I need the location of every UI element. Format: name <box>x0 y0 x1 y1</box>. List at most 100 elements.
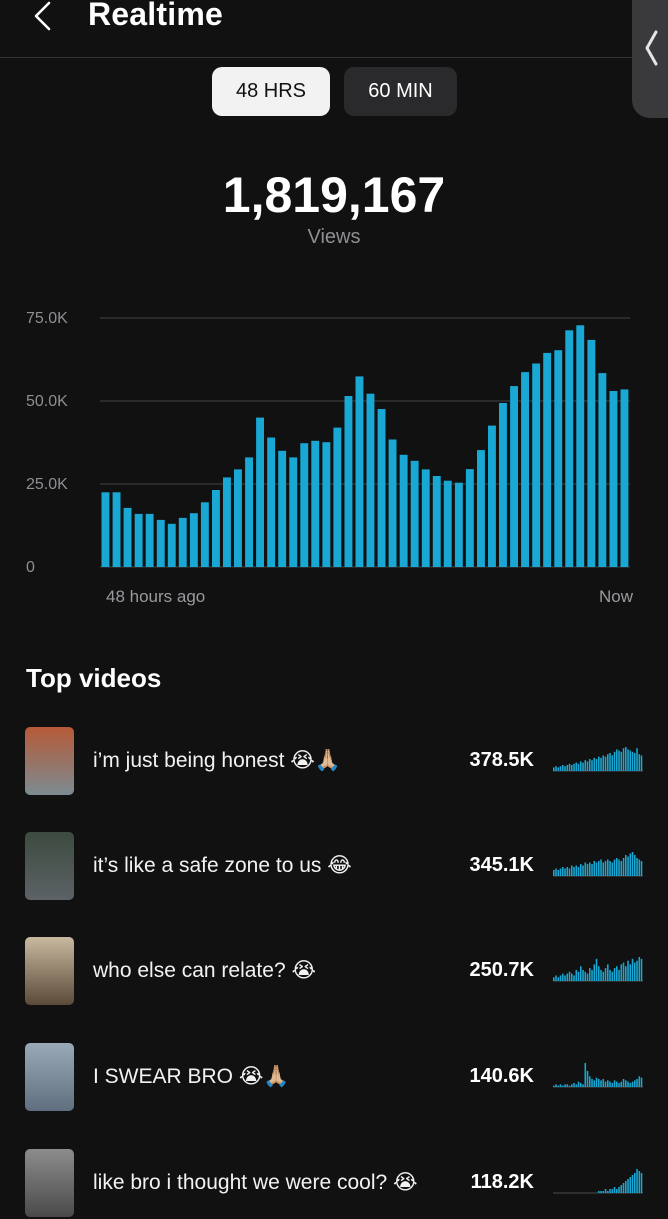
chart-bar[interactable] <box>112 492 121 567</box>
tab-60-min[interactable]: 60 MIN <box>344 67 457 116</box>
sparkline-bar <box>555 868 557 876</box>
sparkline-bar <box>616 858 618 876</box>
sparkline-bar <box>638 1076 641 1087</box>
chart-bar[interactable] <box>101 492 110 567</box>
sparkline-bar <box>638 754 641 771</box>
chart-bar[interactable] <box>322 442 331 567</box>
sparkline-bar <box>618 1083 620 1087</box>
sparkline-bar <box>566 765 569 771</box>
chart-bar[interactable] <box>278 450 287 567</box>
video-row[interactable]: i’m just being honest 😭🙏🏼 378.5K <box>0 727 668 797</box>
chart-bar[interactable] <box>289 457 298 567</box>
chart-bar[interactable] <box>465 469 474 567</box>
chart-bar[interactable] <box>565 330 574 567</box>
video-thumbnail[interactable] <box>25 937 74 1005</box>
chart-bar[interactable] <box>488 425 496 567</box>
chart-bar[interactable] <box>510 386 518 567</box>
chart-bar[interactable] <box>134 513 143 567</box>
sparkline-bar <box>584 1063 587 1087</box>
sparkline-bar <box>553 767 555 771</box>
chart-bar[interactable] <box>477 450 485 567</box>
chart-bar[interactable] <box>399 454 408 567</box>
sparkline-bar <box>611 971 614 981</box>
sparkline-bar <box>584 971 587 981</box>
chart-bar[interactable] <box>256 417 264 567</box>
chart-bar[interactable] <box>587 339 596 567</box>
sparkline-bar <box>598 861 600 876</box>
chart-bar[interactable] <box>245 457 253 567</box>
chart-bar[interactable] <box>145 513 154 567</box>
video-row[interactable]: who else can relate? 😭 250.7K <box>0 937 668 1007</box>
chart-bar[interactable] <box>300 443 309 567</box>
video-thumbnail[interactable] <box>25 727 74 795</box>
sparkline-bar <box>595 958 598 981</box>
chart-bar[interactable] <box>178 517 187 567</box>
video-title: who else can relate? 😭 <box>93 959 316 982</box>
chart-bar[interactable] <box>377 409 386 567</box>
sparkline-bar <box>625 855 627 876</box>
video-sparkline <box>553 957 643 982</box>
side-panel-handle[interactable] <box>632 0 668 118</box>
sparkline-bar <box>629 1083 632 1087</box>
chart-bar[interactable] <box>223 477 231 567</box>
chart-bar[interactable] <box>212 490 220 567</box>
video-thumbnail[interactable] <box>25 1149 74 1217</box>
sparkline-bar <box>609 861 611 876</box>
sparkline-bar <box>604 861 607 876</box>
chart-bar[interactable] <box>366 393 375 567</box>
chart-bar[interactable] <box>620 389 629 567</box>
chart-bar[interactable] <box>609 391 618 567</box>
chart-bar[interactable] <box>532 363 541 568</box>
sparkline-bar <box>600 969 602 981</box>
chart-bar[interactable] <box>388 439 397 568</box>
sparkline-bar <box>629 964 632 981</box>
sparkline-bar <box>562 867 564 876</box>
chart-bar[interactable] <box>499 403 507 567</box>
chart-bar[interactable] <box>432 476 441 567</box>
video-title: i’m just being honest 😭🙏🏼 <box>93 749 341 772</box>
chart-bar[interactable] <box>156 519 165 567</box>
tab-48-hrs[interactable]: 48 HRS <box>212 67 330 116</box>
chart-bar[interactable] <box>355 376 364 567</box>
sparkline-bar <box>595 862 598 876</box>
sparkline-bar <box>593 861 596 876</box>
sparkline-bar <box>616 749 618 771</box>
video-row[interactable]: like bro i thought we were cool? 😭 118.2K <box>0 1149 668 1219</box>
chart-bar[interactable] <box>576 325 585 567</box>
chart-bar[interactable] <box>311 440 320 567</box>
sparkline-bar <box>589 862 591 876</box>
sparkline-bar <box>638 957 641 981</box>
sparkline-bar <box>625 747 627 771</box>
sparkline-bar <box>600 859 602 876</box>
back-button[interactable] <box>30 0 56 34</box>
chart-bar[interactable] <box>454 482 463 567</box>
chart-bar[interactable] <box>344 396 353 567</box>
chart-bar[interactable] <box>267 437 276 568</box>
video-thumbnail[interactable] <box>25 1043 74 1111</box>
chart-bar[interactable] <box>554 350 563 567</box>
sparkline-bar <box>562 1085 564 1087</box>
chart-bar[interactable] <box>421 469 430 567</box>
video-row[interactable]: I SWEAR BRO 😭🙏🏼 140.6K <box>0 1043 668 1113</box>
chart-bar[interactable] <box>200 502 209 567</box>
chart-bar[interactable] <box>333 427 342 567</box>
sparkline-bar <box>568 971 571 981</box>
sparkline-bar <box>616 1189 618 1193</box>
chart-bar[interactable] <box>167 523 176 567</box>
chart-bar[interactable] <box>598 373 607 567</box>
chart-bar[interactable] <box>543 352 552 567</box>
chart-bar[interactable] <box>123 507 132 567</box>
chart-bar[interactable] <box>189 513 198 567</box>
video-title: it’s like a safe zone to us 😂 <box>93 854 352 877</box>
chart-bar[interactable] <box>234 469 242 567</box>
video-row[interactable]: it’s like a safe zone to us 😂 345.1K <box>0 832 668 902</box>
chart-bar[interactable] <box>443 480 452 567</box>
sparkline-bar <box>591 969 593 981</box>
sparkline-bar <box>580 1083 582 1087</box>
sparkline-bar <box>611 862 614 876</box>
sparkline-bar <box>553 977 555 981</box>
chart-bar[interactable] <box>410 460 419 567</box>
video-thumbnail[interactable] <box>25 832 74 900</box>
chart-bar[interactable] <box>521 372 529 567</box>
video-sparkline <box>553 1169 643 1194</box>
